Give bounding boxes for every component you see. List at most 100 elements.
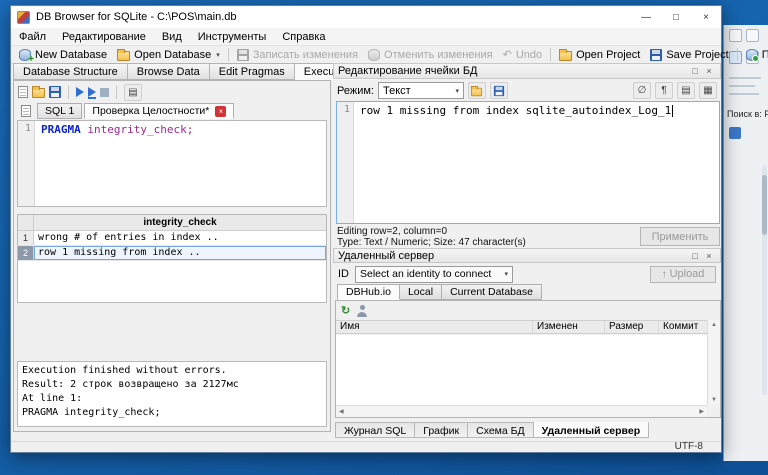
new-database-button[interactable]: New Database [14, 46, 112, 63]
tab-remote-server[interactable]: Удаленный сервер [534, 422, 649, 438]
results-corner-cell[interactable] [18, 215, 34, 230]
upload-icon: ↑ [662, 269, 667, 280]
menu-file[interactable]: Файл [11, 29, 54, 45]
menu-view[interactable]: Вид [154, 29, 190, 45]
table-row[interactable]: 1 wrong # of entries in index .. [18, 231, 326, 246]
save-project-button[interactable]: Save Project [645, 46, 733, 63]
menu-help[interactable]: Справка [274, 29, 333, 45]
dock-close-icon[interactable]: × [702, 251, 716, 261]
upload-button[interactable]: ↑ Upload [650, 266, 716, 283]
bg-scrollbar-thumb[interactable] [762, 175, 767, 235]
tab-database-structure[interactable]: Database Structure [13, 63, 128, 80]
scroll-up-icon[interactable]: ▲ [711, 322, 717, 328]
refresh-icon[interactable]: ↻ [341, 304, 350, 317]
sql-keyword: PRAGMA [41, 123, 81, 136]
print-sql-icon[interactable]: ▤ [124, 84, 142, 101]
remote-dock-titlebar[interactable]: Удаленный сервер □ × [333, 248, 721, 263]
execute-sql-icon[interactable] [76, 87, 84, 97]
tab-current-database[interactable]: Current Database [442, 284, 542, 300]
vertical-scrollbar[interactable]: ▲ ▼ [707, 320, 720, 405]
horizontal-scrollbar[interactable]: ◀ ▶ [336, 405, 707, 417]
column-name[interactable]: Имя [336, 321, 533, 333]
remote-table-body [336, 335, 707, 405]
grid-view-button[interactable]: ▦ [699, 82, 717, 99]
stop-execution-icon[interactable] [100, 88, 109, 97]
dock-float-icon[interactable]: □ [688, 251, 702, 261]
bg-window-button[interactable] [746, 29, 759, 42]
export-text-button[interactable] [490, 82, 508, 99]
identity-combobox[interactable]: Select an identity to connect ▾ [355, 266, 513, 283]
desktop: Поиск в: PO DB Browser for SQLite - C:\P… [0, 0, 768, 475]
execute-current-line-icon[interactable] [88, 87, 96, 97]
save-sql-file-icon[interactable] [49, 86, 61, 98]
sql-tab-1[interactable]: SQL 1 [37, 103, 82, 119]
word-wrap-button[interactable]: ¶ [655, 82, 673, 99]
tab-local[interactable]: Local [400, 284, 442, 300]
user-identity-icon[interactable] [356, 305, 368, 317]
undo-button[interactable]: ↶ Undo [498, 46, 548, 63]
sql-tab-integrity-check[interactable]: Проверка Целостности* × [84, 103, 234, 119]
tab-sql-log[interactable]: Журнал SQL [335, 422, 415, 438]
print-cell-button[interactable]: ▤ [677, 82, 695, 99]
scroll-left-icon[interactable]: ◀ [339, 408, 344, 415]
revert-changes-button[interactable]: Отменить изменения [363, 46, 498, 63]
result-cell-selected[interactable]: row 1 missing from index .. [34, 246, 326, 260]
title-bar[interactable]: DB Browser for SQLite - C:\POS\main.db —… [11, 6, 721, 28]
text-caret [672, 105, 673, 117]
bg-window-button[interactable] [729, 29, 742, 42]
tab-edit-pragmas[interactable]: Edit Pragmas [210, 63, 295, 80]
open-project-button[interactable]: Open Project [554, 46, 645, 63]
remote-file-table: Имя Изменен Размер Коммит ▲ ▼ ◀ ▶ [336, 320, 720, 417]
row-number-cell[interactable]: 1 [18, 231, 34, 245]
tab-db-schema[interactable]: Схема БД [468, 422, 534, 438]
column-size[interactable]: Размер [605, 321, 659, 333]
row-number-cell-selected[interactable]: 2 [18, 246, 34, 260]
sql-tab-bar: SQL 1 Проверка Целостности* × [17, 102, 234, 119]
close-tab-icon[interactable]: × [215, 106, 226, 117]
cell-editor-dock-titlebar[interactable]: Редактирование ячейки БД □ × [333, 63, 721, 79]
line-number-gutter: 1 [337, 102, 354, 223]
new-sql-tab-button[interactable] [17, 103, 35, 119]
column-commit[interactable]: Коммит [659, 321, 707, 333]
attach-database-button[interactable]: Прикрепить БД [741, 46, 768, 63]
app-window: DB Browser for SQLite - C:\POS\main.db —… [10, 5, 722, 453]
new-tab-icon [21, 105, 31, 117]
dock-title-label: Редактирование ячейки БД [338, 65, 477, 77]
dock-close-icon[interactable]: × [702, 66, 716, 76]
maximize-button[interactable]: □ [661, 6, 691, 28]
menu-tools[interactable]: Инструменты [190, 29, 275, 45]
id-label: ID [338, 268, 349, 280]
open-database-button[interactable]: Open Database ▾ [112, 46, 225, 63]
results-column-header[interactable]: integrity_check [34, 215, 326, 230]
minimize-button[interactable]: — [631, 6, 661, 28]
encoding-selector[interactable]: UTF-8 [675, 442, 703, 452]
mode-combobox[interactable]: Текст ▾ [378, 82, 464, 99]
close-button[interactable]: × [691, 6, 721, 28]
scroll-right-icon[interactable]: ▶ [699, 408, 704, 415]
table-row[interactable]: 2 row 1 missing from index .. [18, 246, 326, 261]
write-changes-button[interactable]: Записать изменения [232, 46, 363, 63]
column-changed[interactable]: Изменен [533, 321, 605, 333]
log-line: At line 1: [22, 392, 322, 406]
remote-table-header: Имя Изменен Размер Коммит [336, 320, 720, 334]
new-sql-file-icon[interactable] [18, 86, 28, 98]
result-cell[interactable]: wrong # of entries in index .. [34, 231, 326, 245]
bottom-dock-tab-bar: Журнал SQL График Схема БД Удаленный сер… [335, 422, 649, 439]
scroll-down-icon[interactable]: ▼ [711, 397, 717, 403]
dock-float-icon[interactable]: □ [688, 66, 702, 76]
tab-plot[interactable]: График [415, 422, 468, 438]
import-text-button[interactable] [468, 82, 486, 99]
tab-dbhub[interactable]: DBHub.io [337, 284, 400, 300]
cell-edit-textarea[interactable]: 1 row 1 missing from index sqlite_autoin… [336, 101, 720, 224]
sql-editor[interactable]: 1 PRAGMA integrity_check; [17, 120, 327, 207]
open-sql-file-icon[interactable] [32, 88, 45, 98]
apply-button[interactable]: Применить [640, 227, 720, 246]
bg-scrollbar[interactable] [762, 165, 767, 395]
tab-browse-data[interactable]: Browse Data [128, 63, 210, 80]
set-null-button[interactable]: ∅ [633, 82, 651, 99]
save-project-icon [650, 49, 662, 61]
chevron-down-icon: ▾ [216, 51, 220, 59]
import-icon [471, 87, 482, 96]
menu-edit[interactable]: Редактирование [54, 29, 154, 45]
undo-icon: ↶ [503, 48, 512, 61]
